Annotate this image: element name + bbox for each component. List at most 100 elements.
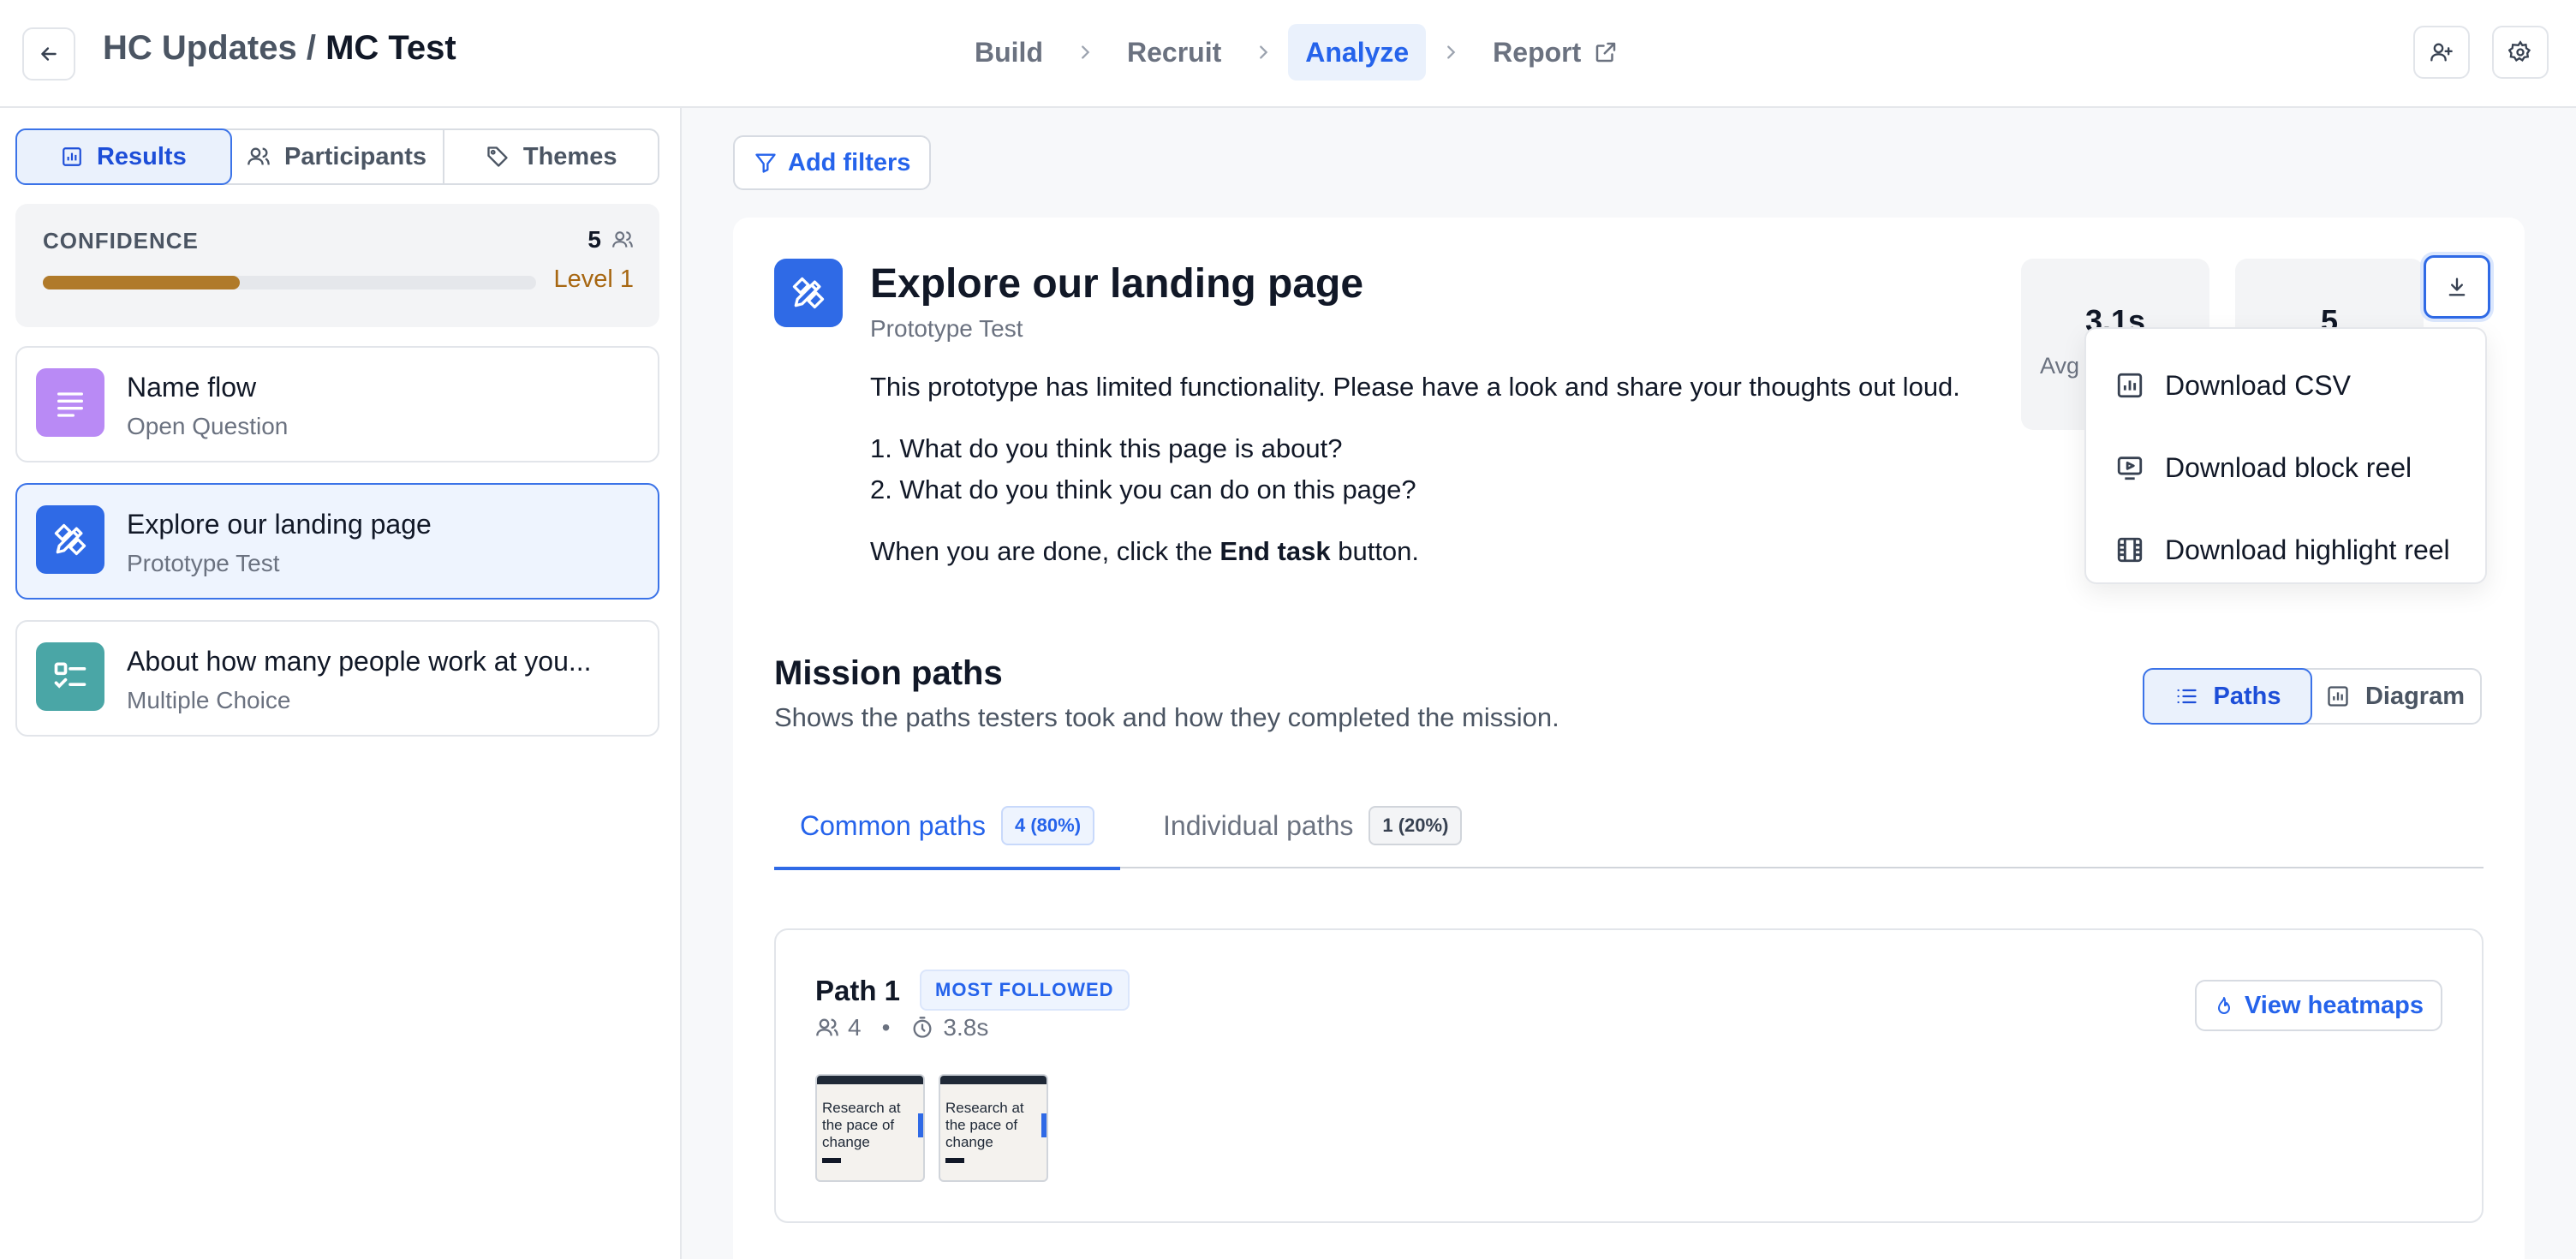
block-item-explore-landing-page[interactable]: Explore our landing page Prototype Test (15, 483, 659, 600)
download-icon (2448, 277, 2466, 296)
sidebar-tabs: Results Participants Themes (15, 128, 659, 185)
users-icon (612, 231, 633, 248)
stopwatch-icon (913, 1017, 932, 1038)
back-button[interactable] (22, 27, 75, 81)
paths-view-label: Paths (2213, 682, 2281, 710)
chart-file-icon (2117, 373, 2143, 398)
top-bar: HC Updates / MC Test Build Recruit Analy… (0, 0, 2576, 108)
path-meta: 4 • 3.8s (815, 1014, 988, 1041)
mission-paths-subtitle: Shows the paths testers took and how the… (774, 702, 1559, 732)
tab-themes[interactable]: Themes (444, 130, 658, 183)
participant-count: 5 (587, 226, 601, 253)
block-item-name-flow[interactable]: Name flow Open Question (15, 346, 659, 462)
step-report-label: Report (1493, 36, 1582, 68)
thumbnail-navbar (817, 1076, 923, 1084)
task-intro: This prototype has limited functionality… (870, 372, 1960, 402)
download-button[interactable] (2424, 255, 2490, 319)
flame-icon (2217, 997, 2230, 1014)
users-icon (816, 1018, 838, 1036)
task-card: Explore our landing page Prototype Test … (733, 218, 2525, 1259)
tab-common-paths[interactable]: Common paths 4 (80%) (774, 783, 1121, 870)
thumbnail-button (945, 1158, 964, 1163)
download-highlight-reel-label: Download highlight reel (2165, 534, 2450, 565)
task-description: This prototype has limited functionality… (870, 367, 2001, 572)
task-end-instruction: When you are done, click the End task bu… (870, 531, 2001, 572)
add-filters-button[interactable]: Add filters (733, 135, 932, 190)
download-highlight-reel-item[interactable]: Download highlight reel (2086, 509, 2485, 591)
step-report[interactable]: Report (1476, 24, 1636, 81)
path-title: Path 1 (815, 975, 901, 1006)
task-question: 1. What do you think this page is about? (870, 433, 1343, 463)
view-heatmaps-label: View heatmaps (2244, 991, 2424, 1019)
chevron-right-icon (1426, 24, 1476, 81)
tab-participants-label: Participants (284, 142, 426, 170)
block-subtitle: Open Question (127, 413, 289, 439)
diagram-view-button[interactable]: Diagram (2311, 670, 2480, 723)
video-play-icon (2117, 456, 2143, 480)
text-lines-icon (36, 368, 104, 437)
download-csv-item[interactable]: Download CSV (2086, 344, 2485, 427)
download-block-reel-label: Download block reel (2165, 451, 2412, 483)
tab-individual-paths[interactable]: Individual paths 1 (20%) (1163, 783, 1463, 868)
path-card: Path 1 MOST FOLLOWED 4 • 3.8s View heatm… (774, 928, 2484, 1223)
filter-icon (755, 153, 776, 173)
project-name[interactable]: HC Updates / (103, 29, 316, 67)
most-followed-badge: MOST FOLLOWED (920, 970, 1130, 1011)
task-title: Explore our landing page (870, 261, 1364, 307)
confidence-bar-fill (43, 276, 241, 289)
end-text: When you are done, click the (870, 536, 1220, 566)
end-text: button. (1330, 536, 1420, 566)
view-heatmaps-button[interactable]: View heatmaps (2194, 980, 2442, 1031)
invite-user-button[interactable] (2413, 26, 2470, 79)
step-recruit[interactable]: Recruit (1110, 24, 1238, 81)
settings-button[interactable] (2492, 26, 2549, 79)
block-list: Name flow Open Question Explore our land… (15, 346, 659, 757)
tab-results[interactable]: Results (15, 128, 232, 185)
task-subtitle: Prototype Test (870, 315, 1023, 342)
view-toggle: Paths Diagram (2143, 668, 2482, 725)
block-item-multiple-choice[interactable]: About how many people work at you... Mul… (15, 620, 659, 737)
task-question: 2. What do you think you can do on this … (870, 474, 1416, 504)
tab-label: Individual paths (1163, 809, 1354, 841)
study-name: MC Test (325, 29, 456, 67)
screen-thumbnail[interactable]: Research at the pace of change (815, 1074, 925, 1182)
design-tools-icon (774, 259, 843, 327)
confidence-panel: CONFIDENCE 5 Level 1 (15, 204, 659, 327)
block-subtitle: Prototype Test (127, 550, 280, 576)
screen-thumbnail[interactable]: Research at the pace of change (939, 1074, 1048, 1182)
list-icon (2177, 689, 2197, 704)
tab-participants[interactable]: Participants (230, 130, 445, 183)
block-title: Name flow (127, 372, 257, 403)
chevron-right-icon (1238, 24, 1288, 81)
count-badge: 4 (80%) (1000, 806, 1095, 845)
thumbnail-headline: Research at the pace of change (945, 1100, 1024, 1150)
sidebar: Results Participants Themes CONFIDENCE 5… (0, 108, 682, 1259)
thumbnail-button (822, 1158, 841, 1163)
paths-view-button[interactable]: Paths (2143, 668, 2312, 725)
diagram-view-label: Diagram (2364, 682, 2466, 710)
add-filters-label: Add filters (788, 148, 911, 176)
block-title: Explore our landing page (127, 509, 432, 540)
download-csv-label: Download CSV (2165, 369, 2351, 401)
film-icon (2117, 537, 2143, 563)
confidence-count: 5 (587, 226, 634, 254)
task-questions: 1. What do you think this page is about?… (870, 428, 2001, 510)
bar-chart-icon (63, 147, 81, 166)
tab-label: Common paths (800, 809, 986, 841)
tab-themes-label: Themes (522, 142, 617, 170)
block-title: About how many people work at you... (127, 646, 592, 677)
step-build[interactable]: Build (957, 24, 1060, 81)
tab-results-label: Results (96, 142, 187, 170)
step-analyze[interactable]: Analyze (1288, 24, 1427, 81)
confidence-label: CONFIDENCE (43, 228, 199, 254)
gear-icon (2508, 40, 2531, 62)
download-block-reel-item[interactable]: Download block reel (2086, 427, 2485, 509)
stat-label: Avg (2040, 353, 2080, 379)
thumbnail-headline: Research at the pace of change (822, 1100, 901, 1150)
end-task-label: End task (1219, 536, 1331, 566)
breadcrumb: HC Updates / MC Test (103, 29, 456, 68)
design-tools-icon (36, 505, 104, 574)
meta-separator: • (881, 1014, 891, 1041)
tester-count: 4 (848, 1014, 862, 1041)
confidence-level: Level 1 (553, 266, 634, 293)
